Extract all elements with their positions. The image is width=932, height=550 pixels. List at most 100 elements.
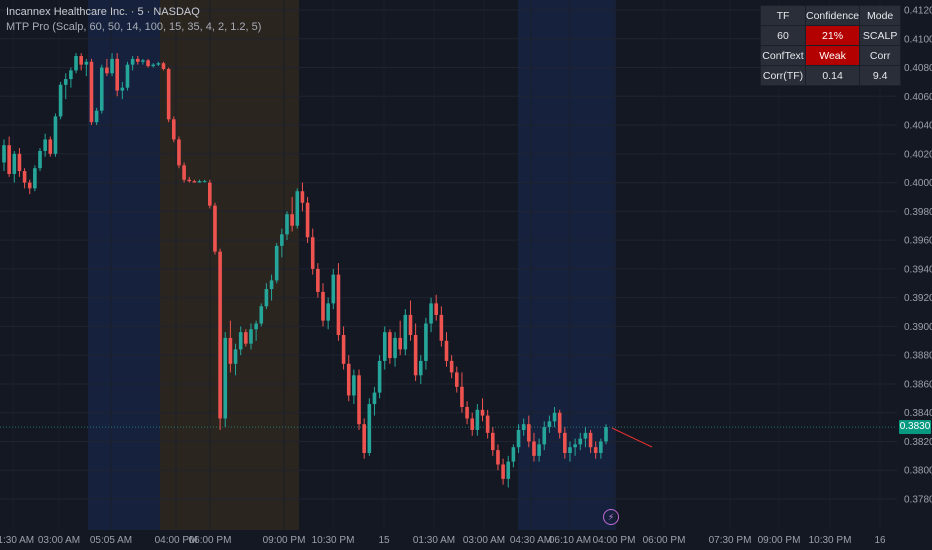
candle-body xyxy=(578,438,583,445)
x-tick-label: 15 xyxy=(378,535,390,546)
candle-body xyxy=(316,268,320,292)
candle-body xyxy=(352,375,356,396)
candle-body xyxy=(516,429,521,448)
candle-body xyxy=(413,335,418,376)
candle-body xyxy=(33,168,37,189)
x-tick-label: 03:00 AM xyxy=(38,535,80,546)
table-cell: 21% xyxy=(804,25,861,46)
candle-body xyxy=(408,314,413,336)
x-tick-label: 10:30 PM xyxy=(312,535,355,546)
candle-body xyxy=(305,202,310,238)
candle-body xyxy=(393,337,397,359)
candle-body xyxy=(547,421,552,428)
candle-body xyxy=(418,360,423,376)
candle-body xyxy=(527,424,531,442)
x-tick-label: 09:00 PM xyxy=(263,535,306,546)
candle-body xyxy=(506,461,511,479)
candle-body xyxy=(259,306,264,324)
y-tick-label: 0.4100 xyxy=(904,34,932,45)
candle-body xyxy=(7,145,11,174)
candle-body xyxy=(48,139,53,154)
candle-body xyxy=(161,63,166,69)
candle-body xyxy=(105,67,109,74)
candle-body xyxy=(53,116,58,154)
y-tick-label: 0.3800 xyxy=(904,466,932,477)
candle-body xyxy=(135,58,140,62)
table-cell: Weak xyxy=(804,45,861,66)
candle-body xyxy=(285,214,289,235)
candle-body xyxy=(454,372,459,387)
y-tick-label: 0.4040 xyxy=(904,121,932,132)
info-table: TF Confidence Mode 60 21% SCALP ConfText… xyxy=(760,5,902,86)
x-tick-label: 05:05 AM xyxy=(90,535,132,546)
table-cell: 60 xyxy=(760,25,806,46)
candle-body xyxy=(552,412,557,422)
candle-body xyxy=(120,87,125,91)
y-tick-label: 0.3860 xyxy=(904,379,932,390)
candle-body xyxy=(557,412,562,433)
candle-body xyxy=(532,441,536,456)
x-tick-label: 03:00 AM xyxy=(463,535,505,546)
candle-body xyxy=(295,191,300,226)
candle-body xyxy=(377,360,382,393)
candle-body xyxy=(197,181,202,183)
y-tick-label: 0.3920 xyxy=(904,293,932,304)
candle-body xyxy=(341,335,346,364)
candle-body xyxy=(424,323,428,361)
y-tick-label: 0.3900 xyxy=(904,322,932,333)
candle-body xyxy=(254,323,258,330)
candle-body xyxy=(192,181,197,183)
candle-body xyxy=(465,406,469,419)
candle-body xyxy=(326,303,330,321)
candle-body xyxy=(115,58,119,91)
candle-body xyxy=(156,63,161,65)
candle-body xyxy=(146,60,150,67)
table-row: ConfText Weak Corr xyxy=(760,45,902,66)
x-tick-label: 01:30 AM xyxy=(0,535,34,546)
y-tick-label: 0.3780 xyxy=(904,495,932,506)
candle-body xyxy=(79,56,83,65)
candle-body xyxy=(300,191,305,203)
y-tick-label: 0.3840 xyxy=(904,408,932,419)
candle-body xyxy=(346,363,351,396)
candle-body xyxy=(357,375,361,425)
symbol-title[interactable]: Incannex Healthcare Inc. · 5 · NASDAQ xyxy=(6,6,200,18)
candle-body xyxy=(372,392,377,405)
candle-body xyxy=(537,444,541,456)
table-row: 60 21% SCALP xyxy=(760,25,902,46)
y-tick-label: 0.3820 xyxy=(904,437,932,448)
candle-body xyxy=(362,424,366,453)
candle-body xyxy=(336,274,341,336)
y-tick-label: 0.3960 xyxy=(904,236,932,247)
candle-body xyxy=(269,280,274,290)
candle-body xyxy=(63,79,68,85)
candle-body xyxy=(388,332,392,359)
candle-body xyxy=(89,61,94,123)
candle-body xyxy=(17,153,22,172)
table-row: TF Confidence Mode xyxy=(760,5,902,26)
candle-body xyxy=(480,409,485,416)
x-tick-label: 04:30 AM xyxy=(510,535,552,546)
candle-body xyxy=(69,70,73,80)
candle-body xyxy=(141,60,145,62)
table-cell: 9.4 xyxy=(859,65,902,86)
candle-body xyxy=(475,409,480,430)
candle-body xyxy=(187,179,192,182)
candle-body xyxy=(58,84,63,117)
candle-body xyxy=(588,432,593,448)
candle-body xyxy=(444,340,449,361)
x-tick-label: 10:30 PM xyxy=(809,535,852,546)
candle-body xyxy=(166,68,171,120)
indicator-legend[interactable]: MTP Pro (Scalp, 60, 50, 14, 100, 15, 35,… xyxy=(6,21,261,33)
y-tick-label: 0.3940 xyxy=(904,264,932,275)
table-cell: 0.14 xyxy=(804,65,861,86)
table-cell: Corr(TF) xyxy=(760,65,806,86)
candle-body xyxy=(599,441,603,453)
y-tick-label: 0.3980 xyxy=(904,207,932,218)
candle-body xyxy=(12,153,17,174)
candle-body xyxy=(182,165,186,180)
lightning-icon[interactable]: ⚡ xyxy=(603,509,619,525)
candle-body xyxy=(429,303,433,324)
candle-body xyxy=(238,332,243,350)
table-cell: Corr xyxy=(859,45,902,66)
